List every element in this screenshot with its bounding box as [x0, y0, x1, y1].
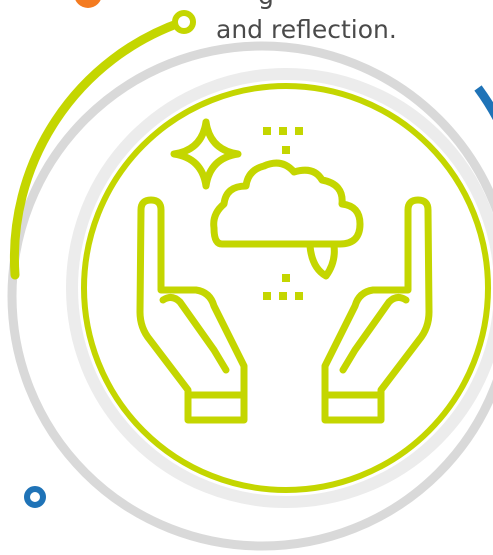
lime-node-dot — [172, 10, 196, 34]
blue-arc-segment — [474, 85, 493, 121]
caption-partial-line: g — [258, 0, 274, 10]
caption-line: and reflection. — [216, 15, 397, 44]
orange-dot — [75, 0, 101, 8]
infographic-panel: g and reflection. — [7, 0, 493, 551]
blue-node-dot — [24, 486, 46, 508]
